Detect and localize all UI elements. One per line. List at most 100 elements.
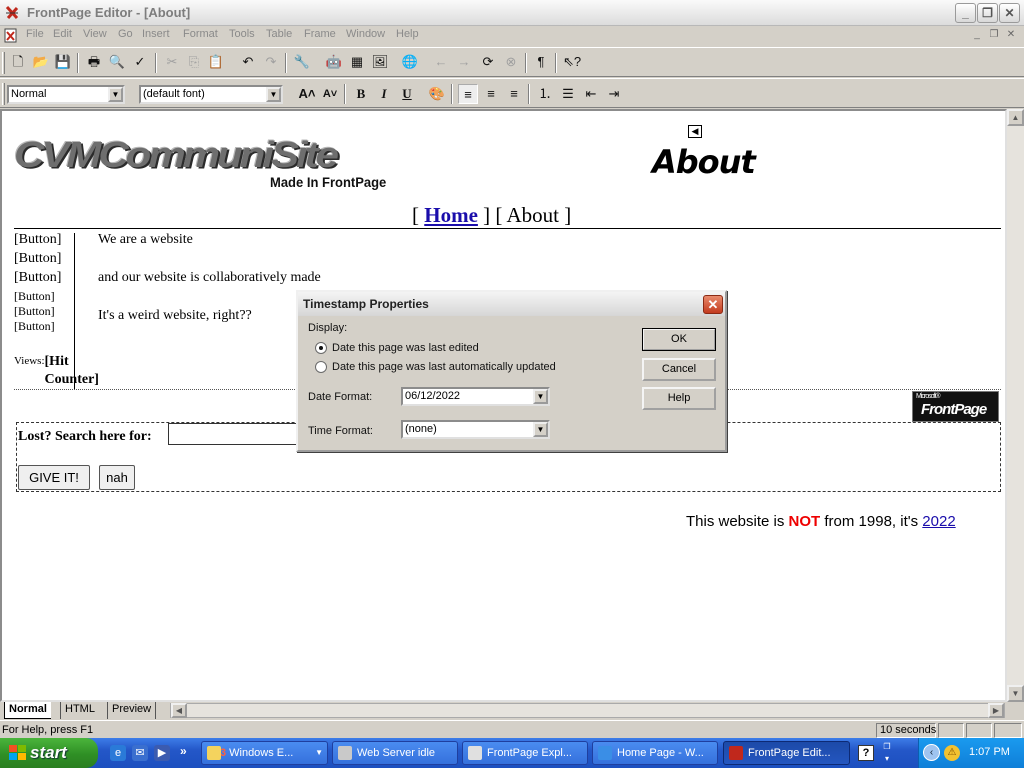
close-button[interactable]: ✕: [999, 3, 1020, 23]
radio-last-updated[interactable]: [315, 361, 327, 373]
decrease-font-size-icon[interactable]: A˅: [320, 84, 340, 104]
back-arrow-icon[interactable]: ◀: [688, 125, 702, 138]
hit-counter[interactable]: [Hit Counter]: [45, 353, 103, 389]
nav-button-placeholder[interactable]: [Button]: [14, 304, 55, 319]
underline-icon[interactable]: U: [397, 84, 417, 104]
mdi-restore-icon[interactable]: ❐: [987, 29, 1001, 42]
media-player-icon[interactable]: ▶: [154, 745, 170, 761]
show-paragraph-marks-icon[interactable]: ¶: [531, 52, 551, 72]
paste-icon[interactable]: 📋: [206, 52, 226, 72]
restore-button[interactable]: ❐: [977, 3, 998, 23]
align-center-icon[interactable]: ≡: [481, 84, 501, 104]
print-preview-icon[interactable]: 🔍: [107, 52, 127, 72]
align-left-icon[interactable]: ≡: [458, 84, 478, 104]
clock[interactable]: 1:07 PM: [969, 746, 1010, 758]
toolbar-grip[interactable]: [2, 52, 5, 74]
cut-icon[interactable]: ✂: [162, 52, 182, 72]
nav-link-home[interactable]: Home: [424, 203, 478, 227]
nav-button-placeholder[interactable]: [Button]: [14, 251, 61, 267]
toolbar-grip[interactable]: [2, 83, 5, 105]
search-input[interactable]: [168, 423, 308, 445]
menu-insert[interactable]: Insert: [142, 28, 170, 40]
option-last-updated-label[interactable]: Date this page was last automatically up…: [332, 361, 556, 373]
menu-table[interactable]: Table: [266, 28, 292, 40]
mdi-minimize-icon[interactable]: _: [970, 29, 984, 42]
task-frontpage-explorer[interactable]: FrontPage Expl...: [462, 741, 588, 765]
task-home-page[interactable]: Home Page - W...: [592, 741, 718, 765]
mdi-close-icon[interactable]: ✕: [1004, 29, 1018, 42]
security-shield-icon[interactable]: ⚠: [944, 745, 960, 761]
scroll-down-icon[interactable]: ▼: [1007, 685, 1024, 702]
font-select[interactable]: (default font) ▼: [139, 85, 283, 104]
document-icon[interactable]: [4, 28, 18, 43]
stop-icon[interactable]: ⊗: [501, 52, 521, 72]
forward-icon[interactable]: →: [454, 52, 474, 72]
task-windows-explorer[interactable]: 3 Windows E... ▼: [201, 741, 328, 765]
dialog-close-button[interactable]: ✕: [703, 295, 723, 314]
menu-format[interactable]: Format: [183, 28, 218, 40]
menu-edit[interactable]: Edit: [53, 28, 72, 40]
copy-icon[interactable]: ⎘: [184, 52, 204, 72]
menu-window[interactable]: Window: [346, 28, 385, 40]
menu-view[interactable]: View: [83, 28, 107, 40]
minimize-button[interactable]: _: [955, 3, 976, 23]
text-color-icon[interactable]: 🎨: [427, 84, 447, 104]
restore-down-tray-icon[interactable]: ❐ ▾: [880, 741, 894, 765]
insert-image-icon[interactable]: 🖼: [370, 52, 390, 72]
new-page-icon[interactable]: 🗋: [8, 52, 28, 72]
scroll-left-icon[interactable]: ◀: [171, 703, 187, 718]
tab-preview[interactable]: Preview: [107, 702, 157, 719]
scroll-right-icon[interactable]: ▶: [988, 703, 1004, 718]
hyperlink-icon[interactable]: 🌐: [400, 52, 420, 72]
chevron-down-icon[interactable]: ▼: [533, 422, 548, 437]
cancel-button[interactable]: Cancel: [642, 358, 716, 381]
numbered-list-icon[interactable]: ⒈: [535, 84, 555, 104]
reset-button[interactable]: nah: [99, 465, 135, 490]
time-format-select[interactable]: (none) ▼: [401, 420, 550, 439]
tab-normal[interactable]: Normal: [4, 702, 51, 719]
print-icon[interactable]: 🖶: [84, 52, 104, 72]
save-icon[interactable]: 💾: [53, 52, 73, 72]
help-pointer-icon[interactable]: ⇖?: [562, 52, 582, 72]
menu-go[interactable]: Go: [118, 28, 133, 40]
start-button[interactable]: start: [0, 738, 98, 768]
scroll-up-icon[interactable]: ▲: [1007, 109, 1024, 126]
date-format-select[interactable]: 06/12/2022 ▼: [401, 387, 550, 406]
submit-button[interactable]: GIVE IT!: [18, 465, 90, 490]
redo-icon[interactable]: ↷: [261, 52, 281, 72]
horizontal-scrollbar[interactable]: ◀ ▶: [170, 703, 1005, 718]
style-select[interactable]: Normal ▼: [7, 85, 125, 104]
chevron-down-icon[interactable]: ▼: [266, 87, 281, 102]
help-tray-icon[interactable]: ?: [858, 745, 874, 761]
show-explorer-icon[interactable]: 🔧: [292, 52, 312, 72]
bold-icon[interactable]: B: [351, 84, 371, 104]
refresh-icon[interactable]: ⟳: [478, 52, 498, 72]
align-right-icon[interactable]: ≡: [504, 84, 524, 104]
internet-explorer-icon[interactable]: e: [110, 745, 126, 761]
open-folder-icon[interactable]: 📂: [31, 52, 51, 72]
footer-year-link[interactable]: 2022: [922, 513, 955, 530]
vertical-scrollbar[interactable]: ▲ ▼: [1007, 109, 1024, 702]
frontpage-app-icon[interactable]: [4, 5, 20, 21]
nav-button-placeholder[interactable]: [Button]: [14, 319, 55, 334]
dialog-title-bar[interactable]: Timestamp Properties ✕: [298, 292, 725, 316]
outlook-express-icon[interactable]: ✉: [132, 745, 148, 761]
bulleted-list-icon[interactable]: ☰: [558, 84, 578, 104]
nav-button-placeholder[interactable]: [Button]: [14, 289, 55, 304]
nav-button-placeholder[interactable]: [Button]: [14, 270, 61, 286]
undo-icon[interactable]: ↶: [238, 52, 258, 72]
menu-frame[interactable]: Frame: [304, 28, 336, 40]
back-icon[interactable]: ←: [431, 52, 451, 72]
help-button[interactable]: Help: [642, 387, 716, 410]
spelling-icon[interactable]: ✓: [130, 52, 150, 72]
chevron-down-icon[interactable]: ▼: [533, 389, 548, 404]
radio-last-edited[interactable]: [315, 342, 327, 354]
menu-tools[interactable]: Tools: [229, 28, 255, 40]
insert-table-icon[interactable]: ▦: [347, 52, 367, 72]
quick-launch-more-icon[interactable]: »: [180, 744, 187, 758]
insert-webbot-icon[interactable]: 🤖: [324, 52, 344, 72]
nav-button-placeholder[interactable]: [Button]: [14, 232, 61, 248]
menu-file[interactable]: File: [26, 28, 44, 40]
menu-help[interactable]: Help: [396, 28, 419, 40]
task-web-server[interactable]: Web Server idle: [332, 741, 458, 765]
